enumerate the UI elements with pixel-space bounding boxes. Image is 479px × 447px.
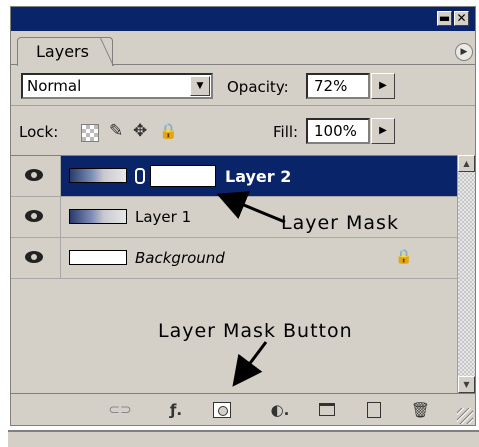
scroll-up-button[interactable]: ▲ — [458, 155, 475, 172]
link-layers-icon[interactable]: ⊂⊃ — [105, 401, 135, 419]
minimize-button[interactable]: ▬ — [437, 11, 452, 26]
eye-icon — [25, 169, 43, 181]
layer-name[interactable]: Layer 2 — [225, 167, 291, 186]
lock-label: Lock: — [19, 123, 59, 141]
fill-input[interactable]: 100% — [306, 118, 370, 144]
delete-layer-icon[interactable]: 🗑 — [411, 401, 430, 419]
link-chain-icon[interactable] — [135, 168, 145, 184]
layer-name[interactable]: Layer 1 — [135, 208, 191, 226]
new-layer-icon[interactable] — [367, 402, 381, 418]
opacity-input[interactable]: 72% — [306, 73, 370, 99]
lock-image-icon[interactable]: ✎ — [109, 121, 123, 141]
lock-transparency-icon[interactable] — [81, 124, 99, 142]
scroll-down-button[interactable]: ▼ — [458, 376, 475, 393]
blend-row: Normal ▼ Opacity: 72% ▶ — [11, 71, 475, 105]
layer-name[interactable]: Background — [135, 249, 225, 267]
layer-thumbnail[interactable] — [69, 250, 127, 265]
new-group-icon[interactable] — [319, 403, 335, 416]
layers-list: Layer 2 Layer 1 Background 🔒 — [11, 155, 457, 393]
panel-tab-strip: Layers ▶ — [11, 31, 475, 66]
panel-bottom-strip — [8, 430, 479, 447]
visibility-toggle[interactable] — [11, 156, 61, 196]
layers-panel: ▬ ✕ Layers ▶ Normal ▼ Opacity: 72% ▶ Loc… — [10, 6, 476, 426]
layer-row-layer-2[interactable]: Layer 2 — [11, 156, 457, 197]
fill-slider-button[interactable]: ▶ — [371, 118, 395, 144]
blend-mode-select[interactable]: Normal ▼ — [21, 73, 213, 99]
resize-grip[interactable] — [457, 408, 473, 424]
add-layer-mask-button[interactable] — [213, 402, 231, 418]
layer-thumbnail[interactable] — [69, 209, 127, 224]
opacity-label: Opacity: — [227, 78, 289, 96]
panel-menu-icon[interactable]: ▶ — [455, 43, 473, 61]
layer-thumbnail[interactable] — [69, 168, 127, 183]
chevron-down-icon[interactable]: ▼ — [190, 76, 210, 96]
tab-layers[interactable]: Layers — [17, 37, 113, 66]
eye-icon — [25, 210, 43, 222]
layer-mask-callout: Layer Mask — [281, 212, 399, 234]
fill-label: Fill: — [273, 123, 299, 141]
layer-style-icon[interactable]: ƒ. — [163, 401, 189, 419]
visibility-toggle[interactable] — [11, 238, 61, 278]
layer-row-background[interactable]: Background 🔒 — [11, 238, 457, 279]
lock-row: Lock: ✎ ✥ 🔒 Fill: 100% ▶ — [11, 105, 475, 155]
visibility-toggle[interactable] — [11, 197, 61, 237]
eye-icon — [25, 251, 43, 263]
layers-scrollbar[interactable]: ▲ ▼ — [457, 155, 475, 393]
close-button[interactable]: ✕ — [454, 11, 469, 26]
adjustment-layer-icon[interactable]: ◐. — [267, 401, 293, 419]
blend-mode-value: Normal — [27, 77, 82, 95]
opacity-slider-button[interactable]: ▶ — [371, 73, 395, 99]
lock-position-icon[interactable]: ✥ — [133, 121, 147, 141]
panel-title-bar[interactable]: ▬ ✕ — [11, 7, 475, 31]
layer-mask-button-callout: Layer Mask Button — [158, 320, 353, 342]
layer-mask-thumbnail[interactable] — [150, 165, 216, 187]
lock-icon: 🔒 — [395, 249, 413, 265]
lock-all-icon[interactable]: 🔒 — [159, 121, 178, 141]
layers-toolbar: ⊂⊃ ƒ. ◐. 🗑 — [11, 393, 475, 425]
